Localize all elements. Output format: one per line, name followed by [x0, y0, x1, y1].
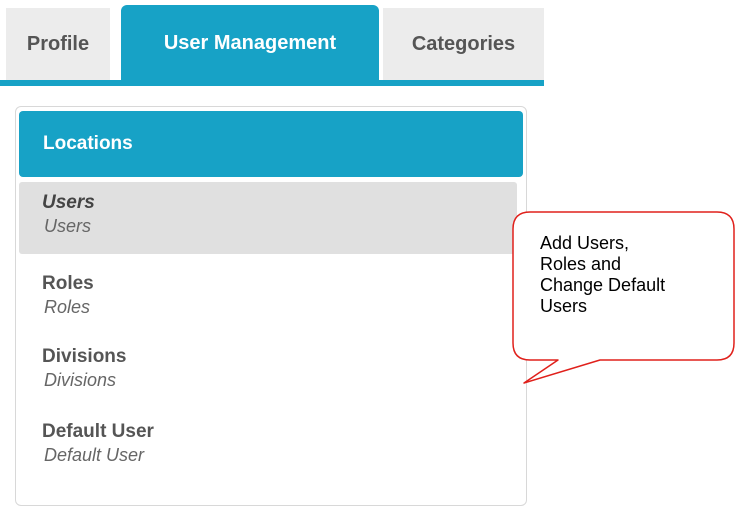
tab-profile[interactable]: Profile — [6, 8, 110, 80]
sidebar-item-title: Roles — [42, 273, 94, 294]
tab-bar: Profile User Management Categories — [0, 0, 544, 89]
sidebar-item-roles[interactable]: Roles Roles — [19, 272, 517, 328]
callout-line: Add Users, — [540, 233, 630, 253]
callout-text: Add Users, Roles and Change Default User… — [540, 233, 720, 317]
sidebar-item-subtitle: Roles — [44, 297, 91, 317]
sidebar-item-title: Default User — [42, 421, 154, 442]
sidebar-item-default-user[interactable]: Default User Default User — [19, 420, 517, 476]
sidebar-item-divisions[interactable]: Divisions Divisions — [19, 345, 517, 401]
tab-user-management[interactable]: User Management — [121, 5, 379, 82]
tab-categories[interactable]: Categories — [383, 8, 544, 80]
sidebar-item-subtitle: Default User — [44, 445, 145, 465]
sidebar-item-title: Divisions — [42, 346, 127, 367]
callout-line: Change Default — [540, 275, 666, 295]
callout-line: Roles and — [540, 254, 622, 274]
tab-underline — [0, 80, 544, 86]
sidebar-item-users[interactable]: Users Users — [19, 182, 517, 254]
sidebar-item-subtitle: Users — [44, 216, 92, 236]
sidebar-header-locations[interactable]: Locations — [19, 111, 523, 177]
sidebar-item-title: Users — [42, 192, 95, 213]
sidebar-item-subtitle: Divisions — [44, 370, 117, 390]
callout-line: Users — [540, 296, 588, 316]
